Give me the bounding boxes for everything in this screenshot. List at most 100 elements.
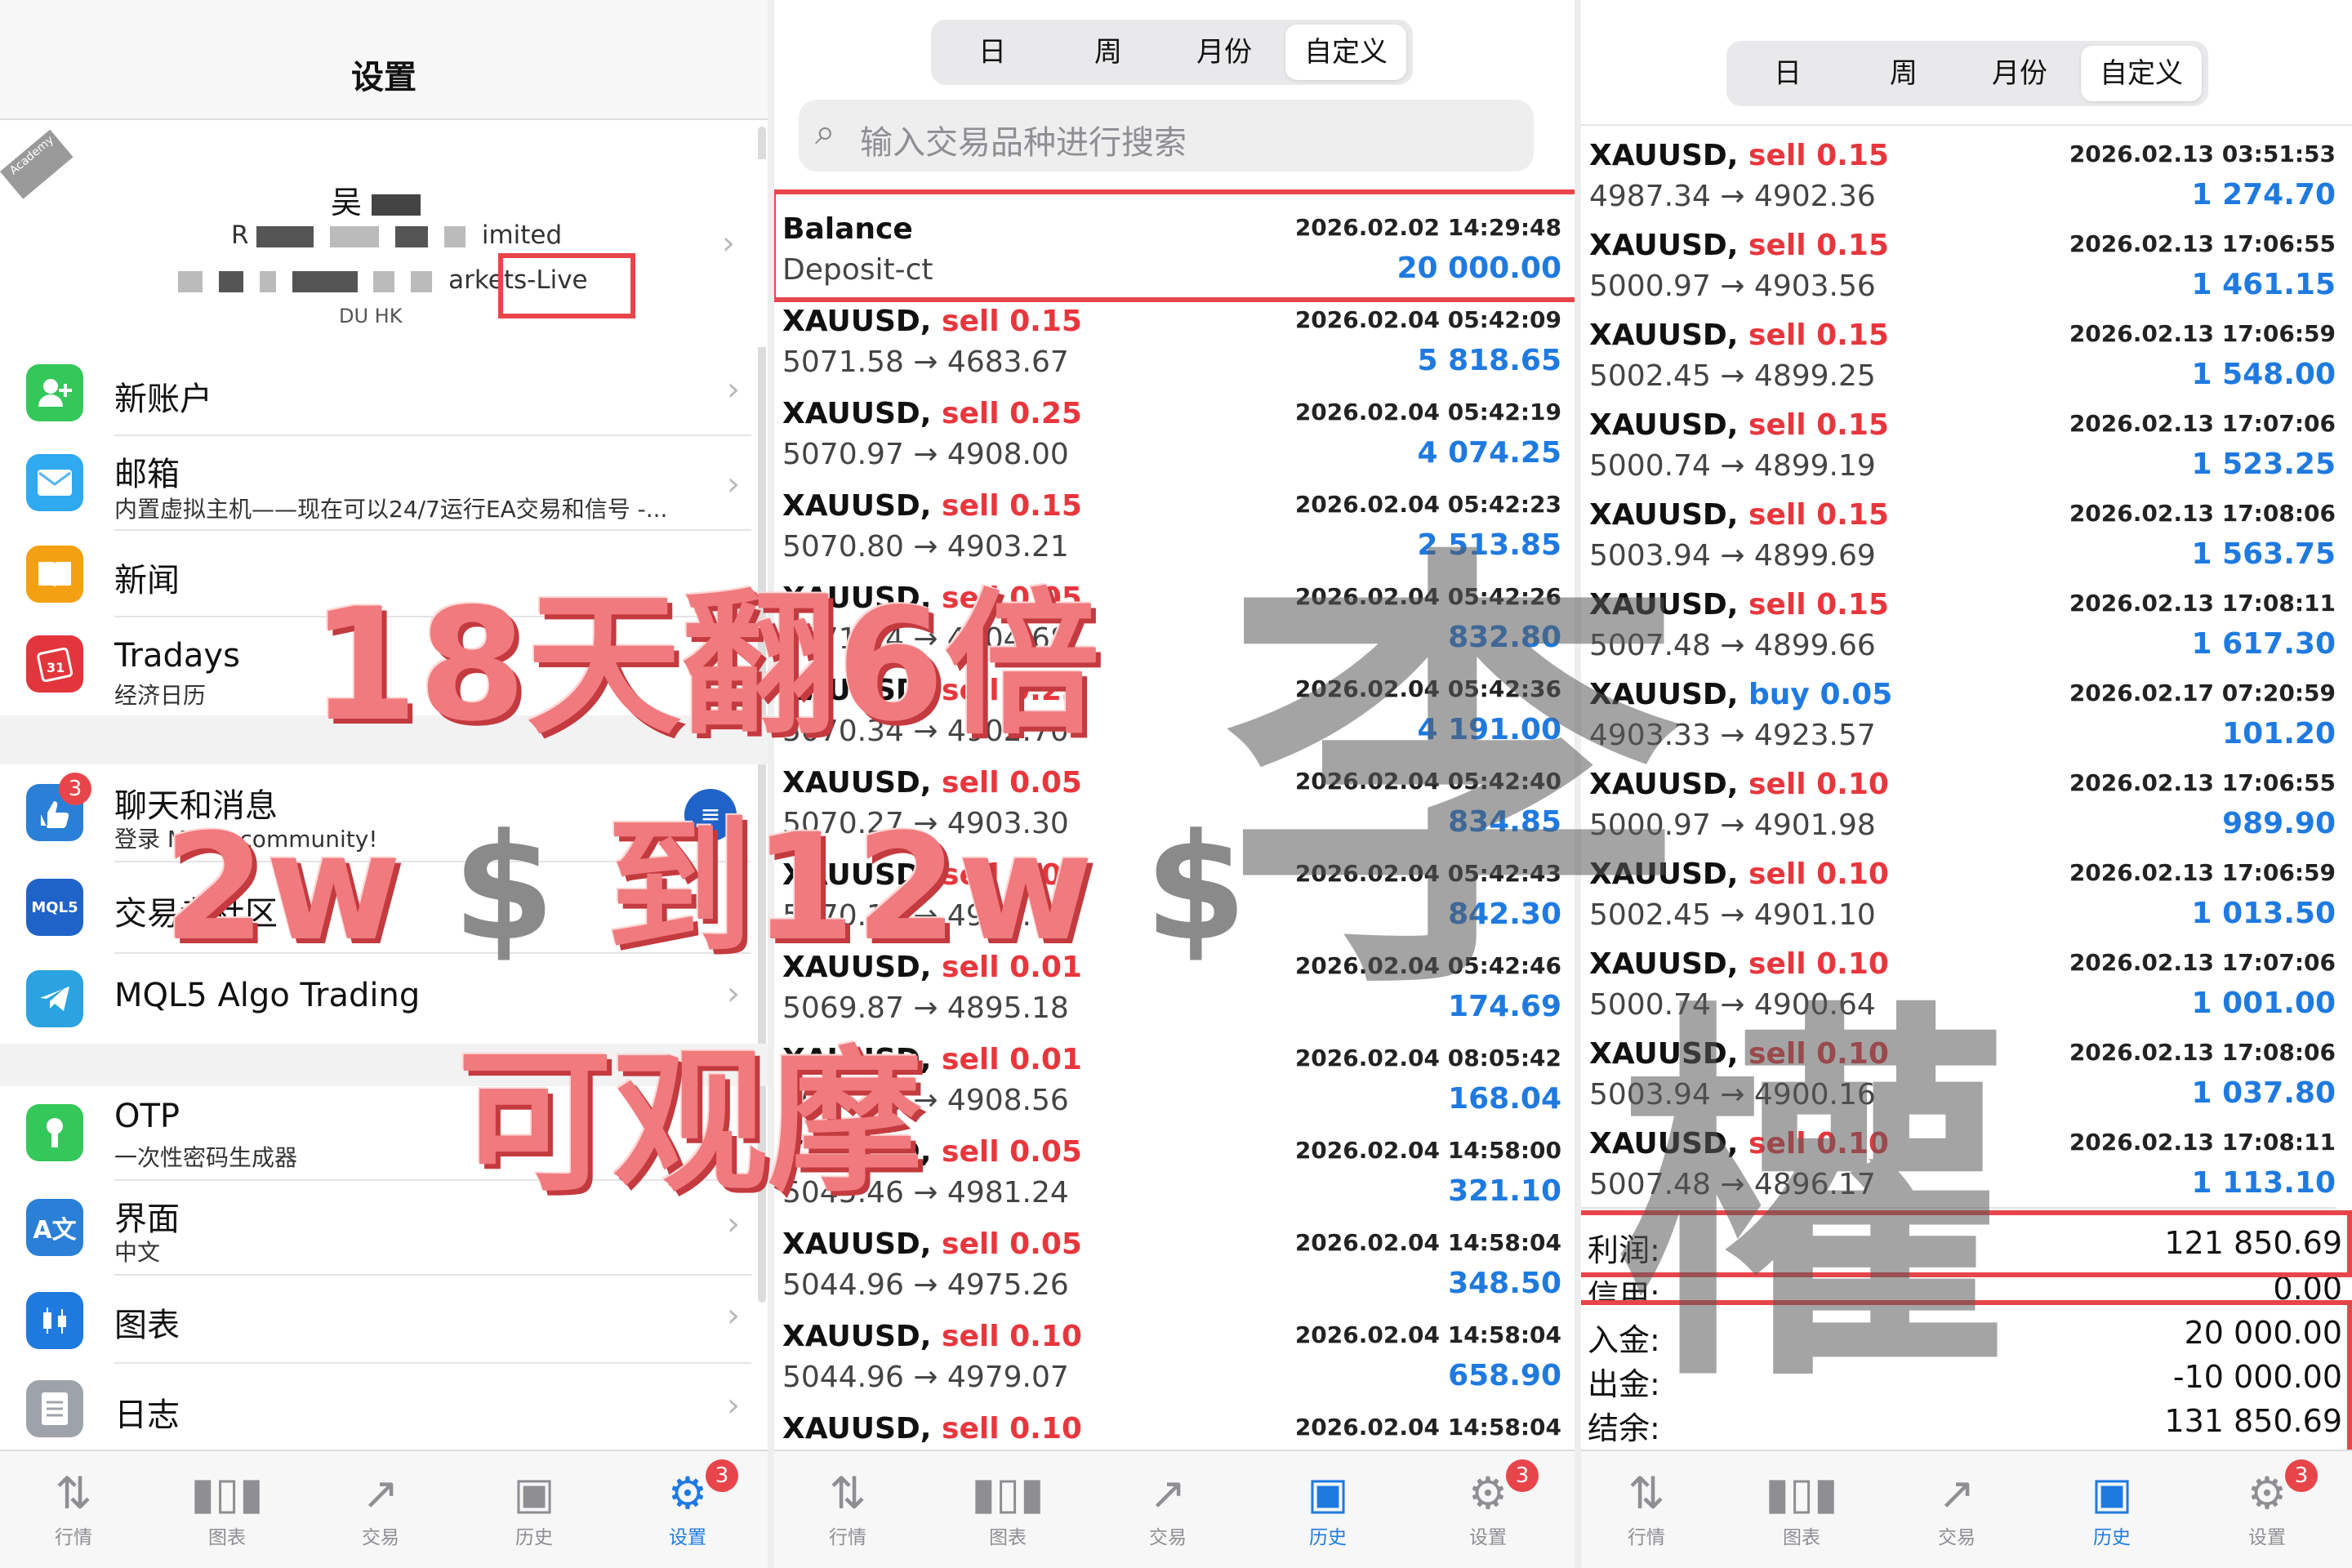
deal-row[interactable]: XAUUSD, sell 0.05 2026.02.04 14:58:04 5044…: [774, 1218, 1561, 1312]
deal-profit: 1 461.15: [2191, 268, 2336, 301]
tab-bar: ⇅ 行情 ▮▯▮ 图表 ↗ 交易 ▣ 历史 ⚙ 设置 3: [0, 1450, 768, 1568]
deal-time: 2026.02.17 07:20:59: [2069, 679, 2336, 706]
trade-icon: ↗: [1938, 1468, 1976, 1519]
tab-chart[interactable]: ▮▯▮ 图表: [1736, 1466, 1867, 1549]
tab-quotes[interactable]: ⇅ 行情: [782, 1466, 913, 1549]
svg-text:31: 31: [47, 660, 65, 675]
menu-item-label: 界面: [114, 1200, 180, 1238]
deal-row[interactable]: XAUUSD, sell 0.10 2026.02.04 14:58:04 5044…: [774, 1310, 1561, 1404]
tab-trade[interactable]: ↗ 交易: [1102, 1466, 1233, 1549]
settings-badge: 3: [2285, 1459, 2318, 1492]
history-icon: ▣: [513, 1468, 555, 1519]
tab-chart[interactable]: ▮▯▮ 图表: [942, 1466, 1073, 1549]
deal-time: 2026.02.13 17:08:06: [2069, 500, 2336, 527]
chart-icon: ▮▯▮: [1765, 1468, 1838, 1519]
calendar-icon: 31: [26, 635, 83, 693]
segment-week[interactable]: 周: [1849, 46, 1958, 101]
deal-prices: 5044.96 → 4979.07: [782, 1361, 1069, 1394]
add-user-icon: [26, 364, 83, 421]
account-name: 吴: [331, 177, 429, 222]
deal-row[interactable]: XAUUSD, sell 0.15 2026.02.13 17:08:06 5003…: [1581, 488, 2336, 580]
deal-symbol: XAUUSD, sell 0.15: [782, 305, 1082, 338]
deal-row[interactable]: XAUUSD, sell 0.15 2026.02.13 17:06:59 5002…: [1581, 309, 2336, 400]
segment-week[interactable]: 周: [1054, 24, 1163, 80]
deal-type: sell 0.10: [942, 1320, 1082, 1353]
menu-item-journal[interactable]: 日志 ›: [0, 1364, 751, 1454]
deal-type: sell 0.01: [942, 1043, 1082, 1076]
menu-item-new-account[interactable]: 新账户 ›: [0, 350, 751, 436]
translate-icon: A文: [26, 1199, 83, 1256]
trade-icon: ↗: [362, 1468, 399, 1519]
page-title: 设置: [351, 59, 416, 96]
segment-day[interactable]: 日: [938, 24, 1047, 80]
tab-history[interactable]: ▣ 历史: [2047, 1466, 2177, 1549]
deal-row[interactable]: XAUUSD, sell 0.10 2026.02.13 17:06:55 5000…: [1581, 758, 2336, 849]
segment-custom[interactable]: 自定义: [2081, 46, 2202, 101]
deal-type: sell 0.15: [1748, 498, 1889, 532]
deal-time: 2026.02.13 17:07:06: [2069, 410, 2336, 437]
tab-bar: ⇅ 行情 ▮▯▮ 图表 ↗ 交易 ▣ 历史 ⚙ 设置 3: [1581, 1450, 2352, 1568]
tab-quotes[interactable]: ⇅ 行情: [1581, 1466, 1712, 1549]
tab-trade[interactable]: ↗ 交易: [315, 1466, 446, 1549]
quotes-icon: ⇅: [1628, 1468, 1665, 1519]
deal-type: sell 0.15: [1748, 139, 1889, 172]
deal-row[interactable]: XAUUSD, sell 0.15 2026.02.04 05:42:09 5071…: [774, 295, 1561, 389]
telegram-icon: [26, 970, 83, 1027]
account-company: R imited: [231, 220, 563, 250]
tab-bar: ⇅ 行情 ▮▯▮ 图表 ↗ 交易 ▣ 历史 ⚙ 设置 3: [774, 1450, 1575, 1568]
segment-month[interactable]: 月份: [1169, 24, 1279, 80]
deal-row[interactable]: XAUUSD, sell 0.15 2026.02.13 17:07:06 5000…: [1581, 399, 2336, 490]
tab-settings[interactable]: ⚙ 设置 3: [2202, 1459, 2332, 1549]
segment-custom[interactable]: 自定义: [1285, 24, 1406, 80]
period-selector: 日 周 月份 自定义: [931, 20, 1413, 85]
deal-type: sell 0.10: [942, 1412, 1082, 1446]
deal-type: sell 0.15: [942, 305, 1082, 338]
deal-row[interactable]: XAUUSD, sell 0.15 2026.02.13 17:06:55 5000…: [1581, 219, 2336, 310]
deal-profit: 1 548.00: [2191, 358, 2336, 391]
overlay-headline: 18天翻6倍: [310, 575, 1100, 755]
deal-type: sell 0.05: [942, 1135, 1082, 1169]
tab-trade[interactable]: ↗ 交易: [1891, 1466, 2022, 1549]
tab-quotes[interactable]: ⇅ 行情: [8, 1466, 139, 1549]
tab-settings[interactable]: ⚙ 设置 3: [622, 1459, 753, 1549]
deal-time: 2026.02.13 17:08:11: [2069, 1129, 2336, 1156]
tab-chart[interactable]: ▮▯▮ 图表: [162, 1466, 292, 1549]
tab-settings[interactable]: ⚙ 设置 3: [1423, 1459, 1553, 1549]
watermark-bottom: 權: [1617, 969, 2009, 1429]
deal-time: 2026.02.13 17:07:06: [2069, 949, 2336, 976]
deal-row[interactable]: XAUUSD, sell 0.15 2026.02.13 03:51:53 4987…: [1581, 129, 2336, 220]
menu-item-charts[interactable]: 图表 ›: [0, 1276, 751, 1364]
deal-profit: 1 617.30: [2191, 627, 2336, 661]
tab-history[interactable]: ▣ 历史: [1263, 1466, 1393, 1549]
deal-profit: 1 563.75: [2191, 537, 2336, 571]
deal-profit: 5 818.65: [1417, 344, 1561, 377]
deal-row[interactable]: XAUUSD, buy 0.05 2026.02.17 07:20:59 4903.…: [1581, 668, 2336, 760]
deal-prices: 5044.96 → 4975.26: [782, 1268, 1069, 1302]
menu-item-sub: 内置虚拟主机——现在可以24/7运行EA交易和信号 -...: [114, 496, 668, 523]
chat-badge: 3: [59, 773, 91, 805]
search-input[interactable]: ⌕ 输入交易品种进行搜索: [799, 100, 1534, 172]
deal-profit: 1 037.80: [2191, 1076, 2336, 1110]
segment-day[interactable]: 日: [1733, 46, 1842, 101]
mql5-icon: MQL5: [26, 879, 83, 936]
tab-history[interactable]: ▣ 历史: [469, 1466, 599, 1549]
deal-profit: 1 113.10: [2191, 1166, 2336, 1200]
settings-badge: 3: [706, 1459, 738, 1492]
deal-time: 2026.02.13 17:06:59: [2069, 320, 2336, 347]
deal-time: 2026.02.04 14:58:04: [1294, 1414, 1561, 1441]
deal-time: 2026.02.04 14:58:00: [1294, 1137, 1561, 1164]
menu-item-label: 新闻: [114, 562, 180, 599]
key-icon: [26, 1104, 83, 1161]
watermark-top: 李: [1225, 510, 1682, 1047]
deal-profit: 321.10: [1448, 1174, 1561, 1208]
history-icon: ▣: [2091, 1468, 2133, 1519]
menu-item-label: Tradays: [114, 637, 240, 675]
segment-month[interactable]: 月份: [1965, 46, 2074, 101]
menu-item-mailbox[interactable]: 邮箱 内置虚拟主机——现在可以24/7运行EA交易和信号 -... ›: [0, 436, 751, 531]
candles-icon: [26, 1292, 83, 1349]
deal-type: buy 0.05: [1748, 678, 1893, 711]
deal-row[interactable]: XAUUSD, sell 0.15 2026.02.13 17:08:11 5007…: [1581, 578, 2336, 670]
chevron-right-icon: ›: [727, 466, 740, 503]
highlight-box-balance: [774, 189, 1575, 302]
account-card[interactable]: 吴 R imited arkets-Live DU HK ›: [0, 159, 768, 347]
